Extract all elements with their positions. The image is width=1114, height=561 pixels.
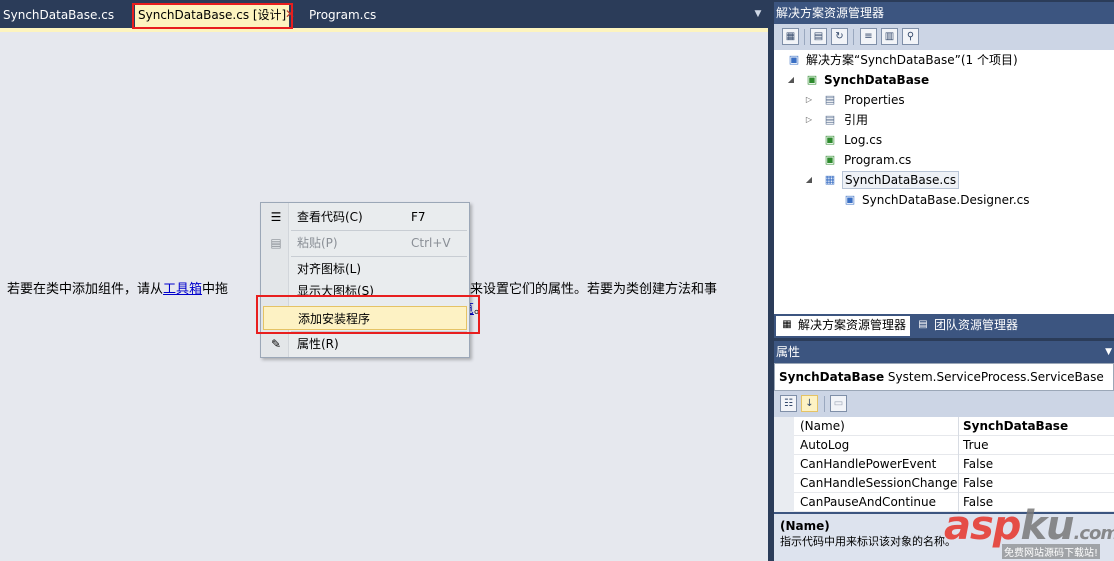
solution-explorer-title: 解决方案资源管理器	[774, 2, 1114, 24]
toolbar-separator	[824, 396, 825, 412]
object-type: System.ServiceProcess.ServiceBase	[887, 370, 1104, 384]
property-name: CanHandleSessionChangeEvent	[800, 476, 958, 490]
property-row[interactable]: (Name) SynchDataBase	[774, 417, 1114, 436]
property-row-gutter	[774, 474, 794, 493]
explorer-tab-strip: ▦ 解决方案资源管理器 ▤ 团队资源管理器	[774, 314, 1114, 338]
property-row[interactable]: CanHandleSessionChangeEvent False	[774, 474, 1114, 493]
chevron-down-icon[interactable]: ▼	[752, 8, 764, 20]
solution-tree: ▣ 解决方案“SynchDataBase”(1 个项目) ◢ ▣ SynchDa…	[774, 50, 1114, 314]
highlight-box-menu	[256, 295, 480, 334]
tree-collapse-icon[interactable]: ◢	[786, 70, 796, 90]
tree-node-label: 解决方案“SynchDataBase”(1 个项目)	[806, 53, 1018, 67]
hint-text-end: 来设置它们的属性。若要为类创建方法和事	[470, 282, 718, 297]
properties-icon: ✎	[270, 337, 282, 351]
menu-item-label: 属性(R)	[297, 337, 339, 351]
component-file-icon: ▦	[824, 173, 836, 186]
csharp-file-icon: ▣	[824, 133, 836, 146]
property-row-gutter	[774, 455, 794, 474]
watermark-ku: ku	[1020, 503, 1074, 549]
object-name: SynchDataBase	[779, 370, 885, 384]
class-diagram-icon[interactable]: ⚲	[902, 28, 919, 45]
properties-panel-title: 属性 ▼	[774, 341, 1114, 363]
tree-node-label: Log.cs	[844, 133, 883, 147]
tree-collapse-icon[interactable]: ◢	[804, 170, 814, 190]
properties-folder-icon: ▤	[824, 93, 836, 106]
toolbar-separator	[804, 29, 805, 45]
property-name: CanPauseAndContinue	[800, 495, 937, 509]
menu-item-shortcut: Ctrl+V	[411, 236, 451, 250]
paste-icon: ▤	[270, 236, 282, 250]
hint-text-start: 若要在类中添加组件，请从	[7, 282, 164, 297]
tab-solution-explorer[interactable]: ▦ 解决方案资源管理器	[776, 316, 911, 336]
watermark-subtitle: 免费网站源码下载站!	[1002, 544, 1101, 559]
tab-team-explorer[interactable]: ▤ 团队资源管理器	[912, 316, 1022, 336]
tree-node-label: SynchDataBase	[824, 73, 930, 87]
property-name: AutoLog	[800, 438, 850, 452]
solution-explorer-toolbar: ▦ ▤ ↻ ≡ ▥ ⚲	[774, 24, 1114, 50]
references-folder-icon: ▤	[824, 113, 836, 126]
document-tab-bar: SynchDataBase.cs SynchDataBase.cs [设计] ✕…	[0, 0, 768, 28]
view-designer-icon[interactable]: ▥	[881, 28, 898, 45]
tree-node-label: Program.cs	[844, 153, 912, 167]
view-code-icon: ☰	[270, 210, 282, 224]
property-name: CanHandlePowerEvent	[800, 457, 937, 471]
watermark-asp: asp	[944, 503, 1021, 549]
tab-program-cs[interactable]: Program.cs	[306, 4, 379, 28]
menu-item-label: 对齐图标(L)	[297, 262, 362, 276]
show-all-files-icon[interactable]: ▤	[810, 28, 827, 45]
tree-node-label: 引用	[844, 113, 869, 127]
toolbox-link[interactable]: 工具箱	[163, 282, 202, 297]
highlight-box-tab	[132, 3, 293, 29]
property-row-gutter	[774, 493, 794, 512]
team-explorer-icon: ▤	[918, 319, 928, 330]
tree-expand-icon[interactable]: ▷	[804, 90, 814, 110]
tree-node-label: Properties	[844, 93, 905, 107]
watermark-com: .com	[1073, 523, 1114, 544]
menu-item-paste[interactable]: ▤ 粘贴(P) Ctrl+V	[263, 231, 467, 255]
solution-icon: ▣	[788, 53, 800, 66]
refresh-icon[interactable]: ↻	[831, 28, 848, 45]
view-code-icon[interactable]: ≡	[860, 28, 877, 45]
tree-node-label: SynchDataBase.cs	[842, 171, 960, 189]
menu-item-view-code[interactable]: ☰ 查看代码(C) F7	[263, 205, 467, 229]
hint-text-middle: 中拖	[202, 282, 229, 297]
alphabetical-icon[interactable]: ↓	[801, 395, 818, 412]
properties-title-label: 属性	[776, 345, 801, 359]
toolbar-separator	[853, 29, 854, 45]
categorized-icon[interactable]: ☷	[780, 395, 797, 412]
solution-explorer-icon: ▦	[782, 319, 792, 330]
property-row-gutter	[774, 417, 794, 436]
menu-item-label: 粘贴(P)	[297, 236, 338, 250]
property-row[interactable]: CanHandlePowerEvent False	[774, 455, 1114, 474]
menu-item-align-icons[interactable]: 对齐图标(L)	[263, 257, 467, 281]
menu-item-properties[interactable]: ✎ 属性(R)	[263, 332, 467, 356]
properties-object-selector[interactable]: SynchDataBase System.ServiceProcess.Serv…	[774, 363, 1114, 391]
property-row-gutter	[774, 436, 794, 455]
property-value[interactable]: False	[958, 474, 1114, 493]
menu-item-label: 查看代码(C)	[297, 210, 363, 224]
tab-synchdatabase-cs[interactable]: SynchDataBase.cs	[0, 4, 117, 28]
property-pages-icon[interactable]: ▭	[830, 395, 847, 412]
context-menu: ☰ 查看代码(C) F7 ▤ 粘贴(P) Ctrl+V 对齐图标(L) 显示大图…	[260, 202, 470, 358]
chevron-down-icon[interactable]: ▼	[1105, 347, 1112, 357]
csharp-file-icon: ▣	[824, 153, 836, 166]
tab-label: 解决方案资源管理器	[798, 318, 907, 332]
property-grid: (Name) SynchDataBase AutoLog True CanHan…	[774, 417, 1114, 512]
csharp-project-icon: ▣	[806, 73, 818, 86]
csharp-file-icon: ▣	[844, 193, 856, 206]
property-name: (Name)	[800, 419, 845, 433]
property-value[interactable]: SynchDataBase	[958, 417, 1114, 436]
tab-label: 团队资源管理器	[934, 318, 1019, 332]
site-watermark-logo: aspku.com 免费网站源码下载站!	[944, 502, 1114, 561]
tree-node-label: SynchDataBase.Designer.cs	[862, 193, 1030, 207]
property-value[interactable]: False	[958, 455, 1114, 474]
property-value[interactable]: True	[958, 436, 1114, 455]
properties-toolbar: ☷ ↓ ▭	[774, 391, 1114, 417]
property-row[interactable]: AutoLog True	[774, 436, 1114, 455]
menu-item-shortcut: F7	[411, 210, 426, 224]
properties-icon[interactable]: ▦	[782, 28, 799, 45]
tree-expand-icon[interactable]: ▷	[804, 110, 814, 130]
